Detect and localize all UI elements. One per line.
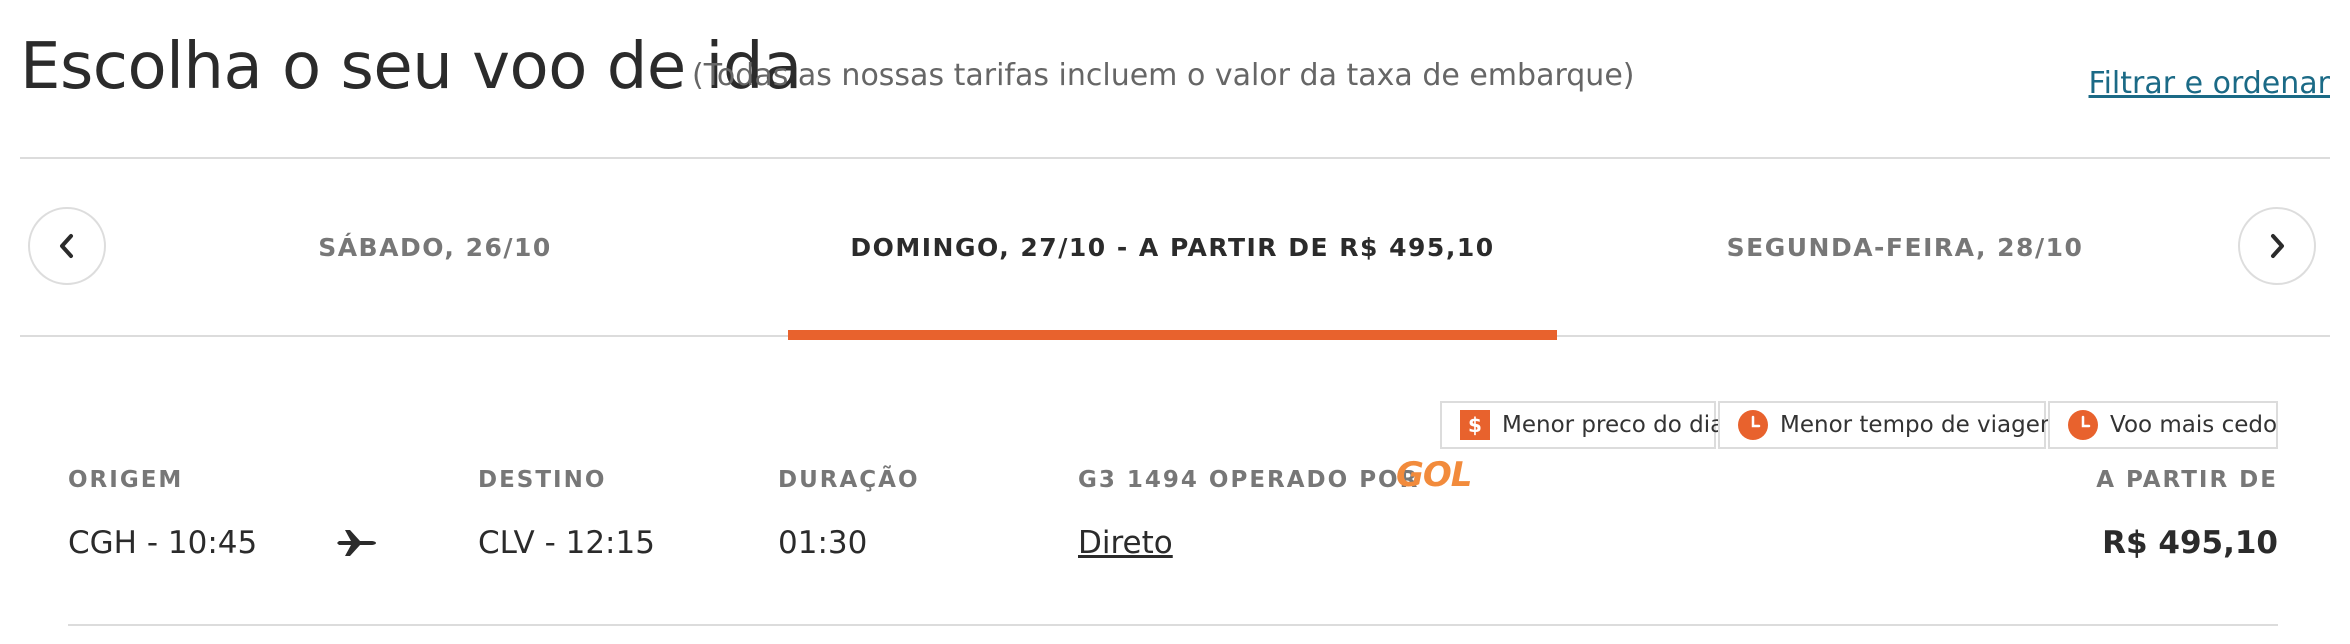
- destination-value: CLV - 12:15: [478, 525, 655, 561]
- gol-airline-logo: GOL: [1396, 455, 1472, 495]
- duration-label: DURAÇÃO: [778, 467, 920, 493]
- page-title: Escolha o seu voo de ida: [20, 30, 802, 104]
- legend-cheapest: $ Menor preco do dia: [1440, 401, 1724, 449]
- divider: [20, 157, 2330, 159]
- page-subtitle: (Todas as nossas tarifas incluem o valor…: [692, 58, 1635, 93]
- price-label: A PARTIR DE: [2096, 467, 2278, 493]
- stops-link[interactable]: Direto: [1078, 525, 1173, 561]
- duration-value: 01:30: [778, 525, 868, 561]
- airplane-icon: [337, 527, 377, 561]
- origin-value: CGH - 10:45: [68, 525, 258, 561]
- chevron-right-icon: [2271, 234, 2284, 258]
- page-header: Escolha o seu voo de ida (Todas as nossa…: [20, 30, 2330, 110]
- flight-operator-label: G3 1494 OPERADO POR: [1078, 467, 1420, 493]
- active-tab-indicator: [788, 330, 1557, 340]
- date-tab-selected[interactable]: DOMINGO, 27/10 - A PARTIR DE R$ 495,10: [790, 228, 1555, 268]
- clock-icon: [1738, 410, 1768, 440]
- previous-date-button[interactable]: [28, 207, 106, 285]
- legend-fastest: Menor tempo de viagem: [1718, 401, 2062, 449]
- date-tab-next[interactable]: SEGUNDA-FEIRA, 28/10: [1680, 228, 2130, 268]
- date-tab-previous[interactable]: SÁBADO, 26/10: [230, 228, 640, 268]
- filter-sort-link[interactable]: Filtrar e ordenar: [2089, 66, 2330, 101]
- legend-cheapest-label: Menor preco do dia: [1502, 412, 1725, 438]
- origin-label: ORIGEM: [68, 467, 184, 493]
- legend-earliest: Voo mais cedo: [2048, 401, 2278, 449]
- legend-fastest-label: Menor tempo de viagem: [1780, 412, 2063, 438]
- clock-icon: [2068, 410, 2098, 440]
- destination-label: DESTINO: [478, 467, 607, 493]
- row-divider: [68, 624, 2278, 626]
- money-icon: $: [1460, 410, 1490, 440]
- legend-earliest-label: Voo mais cedo: [2110, 412, 2278, 438]
- price-value[interactable]: R$ 495,10: [2102, 525, 2278, 561]
- next-date-button[interactable]: [2238, 207, 2316, 285]
- chevron-left-icon: [60, 234, 73, 258]
